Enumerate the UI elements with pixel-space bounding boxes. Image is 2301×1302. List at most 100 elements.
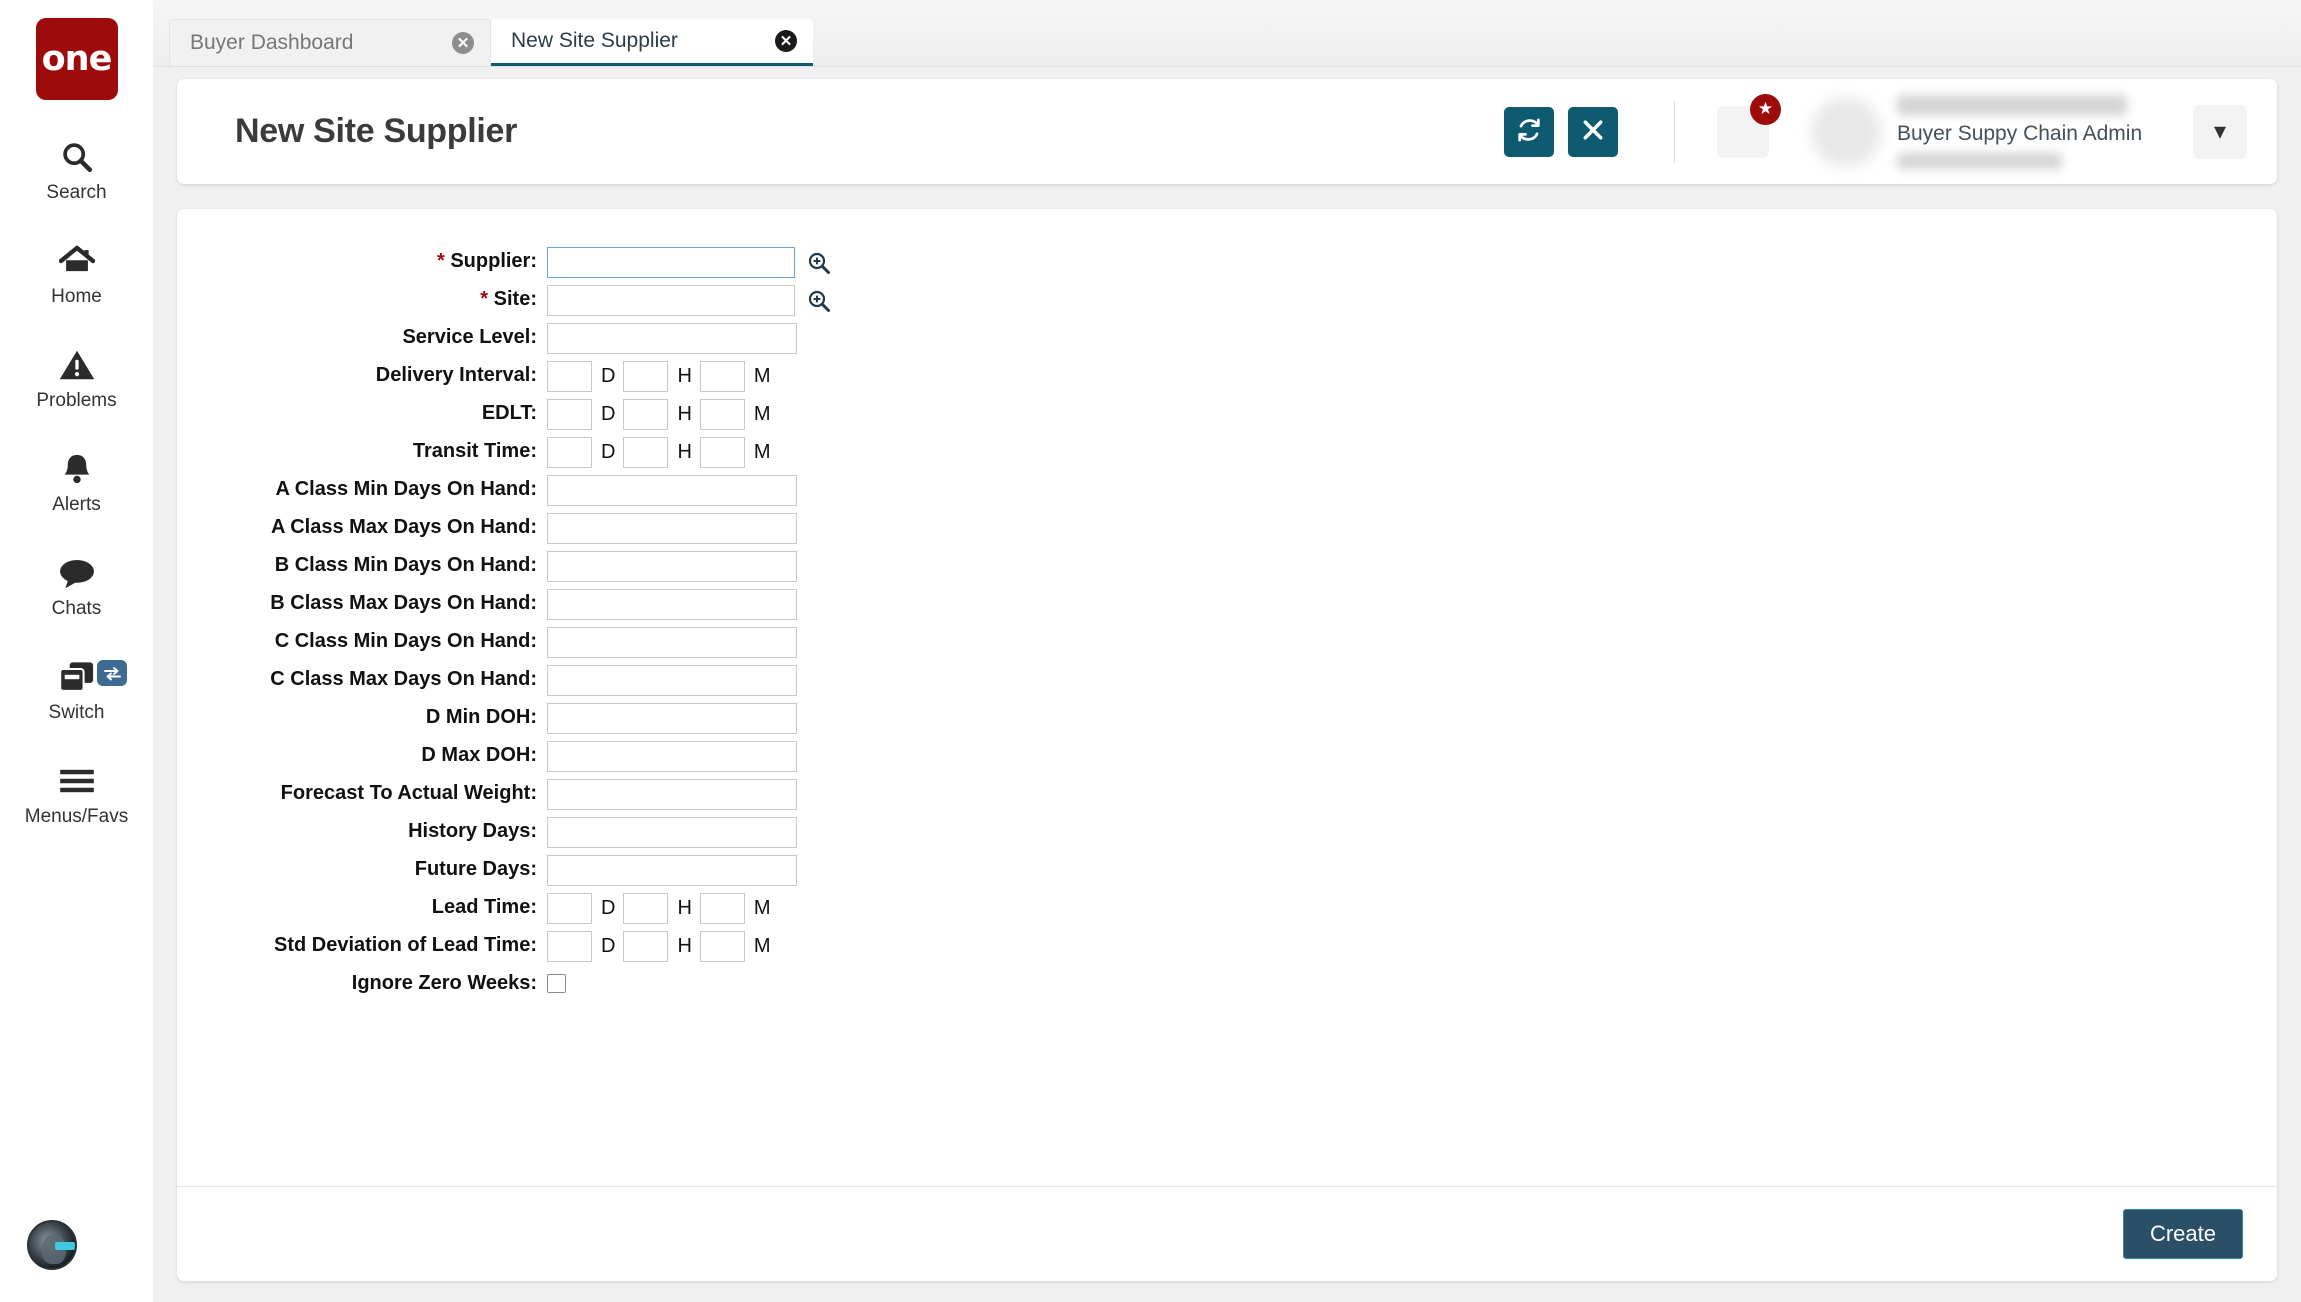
field-input[interactable] [547,779,797,810]
menu-favorites-button[interactable]: ★ [1717,93,1781,158]
close-circle-icon[interactable]: ✕ [452,32,474,54]
field-label: A Class Min Days On Hand: [275,478,537,500]
form-row: * Site: [177,285,2277,316]
field-label: B Class Min Days On Hand: [274,554,537,576]
field-control: DHM [547,931,779,962]
duration-unit-label: M [753,935,771,957]
duration-m-input[interactable] [699,399,745,430]
duration-d-input[interactable] [547,361,592,392]
magnifier-plus-icon[interactable] [807,251,831,275]
field-input[interactable] [547,741,797,772]
field-control [547,551,797,582]
bell-icon [61,446,93,492]
form-row: Future Days: [177,855,2277,886]
field-control [547,513,797,544]
tab-buyer-dashboard[interactable]: Buyer Dashboard ✕ [169,19,491,66]
form-row: A Class Min Days On Hand: [177,475,2277,506]
field-input[interactable] [547,551,797,582]
field-label: C Class Min Days On Hand: [274,630,537,652]
duration-m-input[interactable] [699,931,745,962]
ignore-zero-weeks-checkbox[interactable] [547,974,566,993]
user-menu-dropdown[interactable]: ▾ [2193,104,2247,159]
field-control: DHM [547,361,779,392]
field-control [547,703,797,734]
hamburger-icon [58,758,96,804]
form-row: * Supplier: [177,247,2277,278]
duration-d-input[interactable] [547,437,592,468]
field-input[interactable] [547,703,797,734]
tab-new-site-supplier[interactable]: New Site Supplier ✕ [491,19,813,66]
form-row: C Class Min Days On Hand: [177,627,2277,658]
field-control: DHM [547,399,779,430]
sidebar-item-home[interactable]: Home [0,238,153,308]
form-row: Ignore Zero Weeks: [177,969,2277,998]
form-row: A Class Max Days On Hand: [177,513,2277,544]
left-sidebar: one Search Home Problems Alerts Chats Sw… [0,0,153,1302]
duration-m-input[interactable] [699,361,745,392]
field-input[interactable] [547,665,797,696]
sidebar-item-search[interactable]: Search [0,134,153,204]
field-input[interactable] [547,627,797,658]
field-input[interactable] [547,323,797,354]
duration-d-input[interactable] [547,931,592,962]
duration-h-input[interactable] [623,399,669,430]
field-input[interactable] [547,817,797,848]
duration-unit-label: M [753,441,771,463]
form-row: Lead Time: D H M [177,893,2277,924]
field-input[interactable] [547,475,797,506]
field-label: A Class Max Days On Hand: [270,516,537,538]
field-label: Std Deviation of Lead Time: [274,934,537,956]
field-label: Lead Time: [431,896,537,918]
duration-d-input[interactable] [547,399,592,430]
ai-assistant-icon[interactable] [27,1220,77,1270]
duration-unit-label: H [677,897,692,919]
avatar[interactable] [1811,96,1881,167]
field-label: Delivery Interval: [375,364,537,386]
star-icon: ★ [1750,93,1781,125]
sidebar-item-alerts[interactable]: Alerts [0,446,153,516]
field-input[interactable] [547,247,795,278]
duration-unit-label: H [677,935,692,957]
field-label: D Min DOH: [425,706,537,728]
field-control [547,665,797,696]
header-actions: ★ Buyer Suppy Chain Admin ▾ [1490,79,2277,184]
form-row: Std Deviation of Lead Time: D H M [177,931,2277,962]
field-label: Ignore Zero Weeks: [351,972,537,994]
field-control [547,969,566,993]
duration-h-input[interactable] [623,893,669,924]
app-logo-text: one [41,39,113,79]
duration-unit-label: D [601,403,616,425]
app-logo[interactable]: one [35,18,118,100]
duration-d-input[interactable] [547,893,592,924]
sidebar-item-problems[interactable]: Problems [0,342,153,412]
form-row: B Class Min Days On Hand: [177,551,2277,582]
field-input[interactable] [547,285,795,316]
sidebar-item-menus-favs[interactable]: Menus/Favs [0,758,153,828]
user-org-redacted [1897,152,2062,169]
duration-m-input[interactable] [699,437,745,468]
user-name-redacted [1897,94,2127,115]
close-circle-icon[interactable]: ✕ [775,30,797,52]
magnifier-plus-icon[interactable] [807,289,831,313]
duration-h-input[interactable] [623,361,669,392]
duration-h-input[interactable] [623,437,669,468]
chevron-down-icon: ▾ [2213,118,2227,145]
duration-unit-label: M [753,403,771,425]
form-fields: * Supplier: * Site: Service Level: Delivery… [177,209,2277,1186]
close-page-button[interactable] [1568,106,1618,157]
create-button[interactable]: Create [2122,1209,2243,1259]
duration-m-input[interactable] [699,893,745,924]
field-input[interactable] [547,513,797,544]
duration-h-input[interactable] [623,931,669,962]
field-control [547,817,797,848]
duration-unit-label: D [601,365,616,387]
refresh-button[interactable] [1504,106,1554,157]
field-input[interactable] [547,589,797,620]
sidebar-item-chats[interactable]: Chats [0,550,153,620]
form-row: D Max DOH: [177,741,2277,772]
sidebar-item-switch[interactable]: Switch [0,654,153,724]
swap-arrows-icon[interactable] [97,660,127,686]
field-input[interactable] [547,855,797,886]
page-title: New Site Supplier [235,112,518,150]
form-row: B Class Max Days On Hand: [177,589,2277,620]
